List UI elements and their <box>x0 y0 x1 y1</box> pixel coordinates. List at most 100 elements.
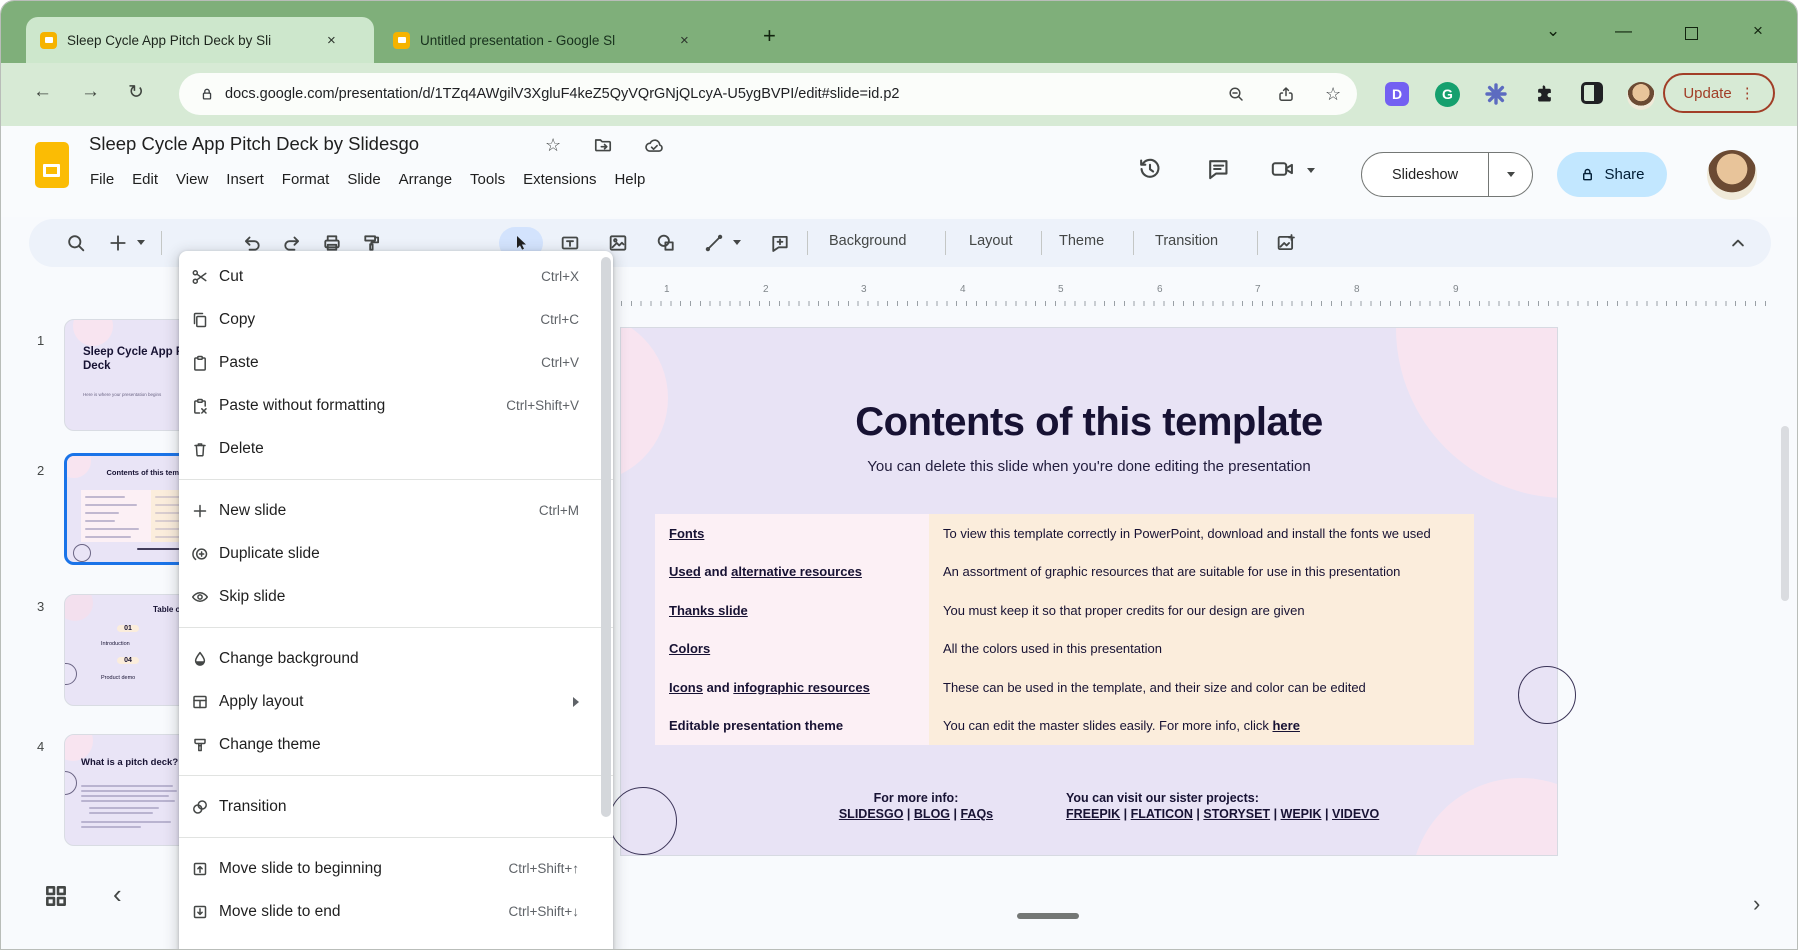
tab-close-icon[interactable]: × <box>680 32 689 49</box>
transition-button[interactable]: Transition <box>1155 233 1218 249</box>
context-menu-item-delete[interactable]: Delete <box>179 427 613 470</box>
forward-button[interactable]: → <box>81 81 100 103</box>
new-slide-caret-icon[interactable] <box>137 240 145 245</box>
move-to-folder-icon[interactable] <box>593 135 613 155</box>
line-caret-icon[interactable] <box>733 240 741 245</box>
account-avatar[interactable] <box>1707 150 1757 200</box>
menu-slide[interactable]: Slide <box>338 166 389 193</box>
slide-subtitle[interactable]: You can delete this slide when you're do… <box>621 458 1557 475</box>
context-menu-item-paste-without-formatting[interactable]: Paste without formatting Ctrl+Shift+V <box>179 384 613 427</box>
update-menu-kebab-icon[interactable]: ⋮ <box>1740 84 1755 102</box>
insert-line-icon[interactable] <box>703 232 725 254</box>
insert-shape-icon[interactable] <box>655 232 677 254</box>
bookmark-star-icon[interactable]: ☆ <box>1325 84 1341 105</box>
theme-button[interactable]: Theme <box>1059 233 1104 249</box>
background-button[interactable]: Background <box>829 233 906 249</box>
extension-asterisk-icon[interactable] <box>1484 82 1508 106</box>
share-button[interactable]: Share <box>1557 152 1667 197</box>
expand-panel-chevron-icon[interactable]: › <box>1753 891 1760 917</box>
context-menu-item-move-slide-to-end[interactable]: Move slide to end Ctrl+Shift+↓ <box>179 890 613 933</box>
context-menu-item-change-background[interactable]: Change background <box>179 637 613 680</box>
version-history-icon[interactable] <box>1137 156 1163 182</box>
chrome-update-button[interactable]: Update ⋮ <box>1663 73 1775 113</box>
tab-search-chevron-icon[interactable]: ⌄ <box>1546 21 1560 41</box>
browser-tab-inactive[interactable]: Untitled presentation - Google Sl × <box>379 17 729 63</box>
minimize-button[interactable]: — <box>1615 21 1632 41</box>
table-row-label: Icons and infographic resources <box>655 668 929 707</box>
insert-image-placeholder-icon[interactable] <box>1275 232 1297 254</box>
canvas-vertical-scrollbar[interactable] <box>1781 426 1789 601</box>
back-button[interactable]: ← <box>33 81 52 103</box>
context-menu-item-change-theme[interactable]: Change theme <box>179 723 613 766</box>
slides-logo[interactable] <box>35 142 69 188</box>
tab-close-icon[interactable]: × <box>327 32 336 49</box>
menu-format[interactable]: Format <box>273 166 339 193</box>
meet-camera-icon[interactable] <box>1269 156 1297 182</box>
star-document-icon[interactable]: ☆ <box>545 135 561 156</box>
url-text: docs.google.com/presentation/d/1TZq4AWgi… <box>225 86 899 102</box>
grammarly-extension-icon[interactable]: G <box>1435 82 1460 107</box>
slidesgo-link[interactable]: SLIDESGO <box>839 807 904 821</box>
blog-link[interactable]: BLOG <box>914 807 950 821</box>
new-tab-button[interactable]: + <box>763 23 776 49</box>
slide-number: 1 <box>37 333 44 348</box>
reload-button[interactable]: ↻ <box>128 81 144 104</box>
flaticon-link[interactable]: FLATICON <box>1131 807 1193 821</box>
here-link[interactable]: here <box>1272 718 1299 733</box>
extensions-puzzle-icon[interactable] <box>1533 82 1557 106</box>
slideshow-dropdown[interactable] <box>1488 153 1532 196</box>
menu-tools[interactable]: Tools <box>461 166 514 193</box>
context-menu-item-cut[interactable]: Cut Ctrl+X <box>179 255 613 298</box>
videvo-link[interactable]: VIDEVO <box>1332 807 1379 821</box>
menu-insert[interactable]: Insert <box>217 166 273 193</box>
share-page-icon[interactable] <box>1277 85 1295 103</box>
camera-dropdown-caret-icon[interactable] <box>1307 168 1315 173</box>
slide-title[interactable]: Contents of this template <box>621 400 1557 445</box>
context-menu-item-move-slide-to-beginning[interactable]: Move slide to beginning Ctrl+Shift+↑ <box>179 847 613 890</box>
address-bar[interactable]: docs.google.com/presentation/d/1TZq4AWgi… <box>179 73 1357 115</box>
layout-button[interactable]: Layout <box>969 233 1013 249</box>
comments-icon[interactable] <box>1205 156 1231 182</box>
browser-profile-avatar[interactable] <box>1627 82 1655 110</box>
browser-tab-active[interactable]: Sleep Cycle App Pitch Deck by Sli × <box>26 17 374 63</box>
slideshow-button[interactable]: Slideshow <box>1361 152 1533 197</box>
move-to-end-icon <box>191 903 209 921</box>
canvas-horizontal-scrollbar[interactable] <box>1017 913 1079 919</box>
collapse-filmstrip-chevron-icon[interactable]: ‹ <box>113 879 122 910</box>
context-menu-scrollbar[interactable] <box>601 257 611 817</box>
freepik-link[interactable]: FREEPIK <box>1066 807 1120 821</box>
maximize-button[interactable] <box>1685 27 1698 40</box>
extension-d-icon[interactable]: D <box>1385 82 1409 106</box>
context-menu-item-apply-layout[interactable]: Apply layout <box>179 680 613 723</box>
context-menu-item-transition[interactable]: Transition <box>179 785 613 828</box>
context-menu-item-duplicate-slide[interactable]: Duplicate slide <box>179 532 613 575</box>
context-menu-item-paste[interactable]: Paste Ctrl+V <box>179 341 613 384</box>
close-window-icon[interactable]: × <box>1753 21 1763 41</box>
wepik-link[interactable]: WEPIK <box>1281 807 1322 821</box>
cursor-arrow-icon <box>512 234 530 252</box>
menu-edit[interactable]: Edit <box>123 166 167 193</box>
storyset-link[interactable]: STORYSET <box>1203 807 1270 821</box>
context-menu-item-copy[interactable]: Copy Ctrl+C <box>179 298 613 341</box>
faqs-link[interactable]: FAQs <box>960 807 993 821</box>
side-panel-icon[interactable] <box>1581 82 1603 104</box>
new-slide-plus-icon[interactable] <box>107 232 129 254</box>
context-menu-item-skip-slide[interactable]: Skip slide <box>179 575 613 618</box>
search-menus-icon[interactable] <box>65 232 87 254</box>
table-row-label: Used and alternative resources <box>655 553 929 592</box>
zoom-out-icon[interactable] <box>1227 85 1245 103</box>
collapse-toolbar-icon[interactable] <box>1727 232 1749 254</box>
cloud-saved-icon[interactable] <box>643 135 665 155</box>
context-menu-item-new-slide[interactable]: New slide Ctrl+M <box>179 489 613 532</box>
menu-file[interactable]: File <box>81 166 123 193</box>
contents-table[interactable]: Fonts Used and alternative resources Tha… <box>655 514 1474 745</box>
document-title[interactable]: Sleep Cycle App Pitch Deck by Slidesgo <box>89 133 419 155</box>
slide-canvas[interactable]: Contents of this template You can delete… <box>621 328 1557 855</box>
insert-comment-icon[interactable] <box>769 232 791 254</box>
insert-image-icon[interactable] <box>607 232 629 254</box>
menu-help[interactable]: Help <box>605 166 654 193</box>
menu-extensions[interactable]: Extensions <box>514 166 605 193</box>
menu-view[interactable]: View <box>167 166 217 193</box>
menu-arrange[interactable]: Arrange <box>390 166 461 193</box>
grid-view-icon[interactable] <box>43 883 69 909</box>
